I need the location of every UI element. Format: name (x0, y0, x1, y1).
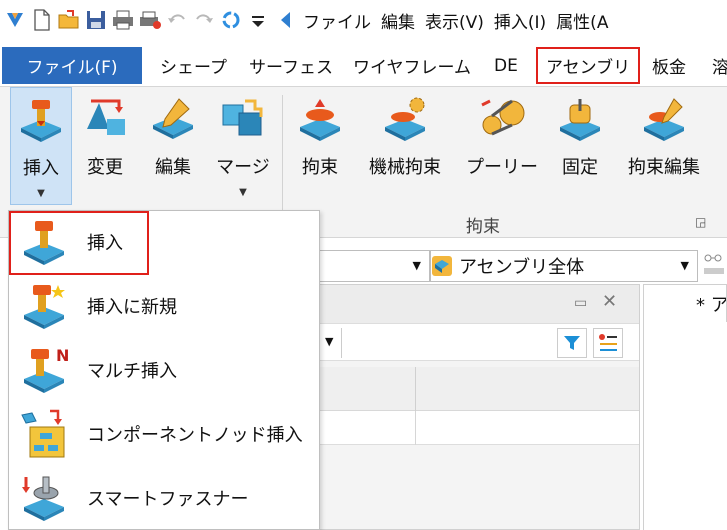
merge-button[interactable]: マージ ▼ (212, 87, 274, 207)
open-icon[interactable] (57, 8, 81, 32)
merge-label: マージ (216, 157, 270, 178)
table-row[interactable] (319, 411, 639, 445)
constraint-button[interactable]: 拘束 (290, 87, 350, 207)
close-icon[interactable]: ✕ (602, 291, 617, 312)
pulley-button[interactable]: プーリー (462, 87, 542, 207)
combo-arrow-icon: ▼ (680, 259, 689, 272)
replace-icon (79, 93, 131, 145)
ribbon-tabs: ファイル(F) シェープ サーフェス ワイヤフレーム DE アセンブリ 板金 溶 (0, 44, 727, 86)
insert-dropdown-menu: 挿入 挿入に新規 N マルチ挿入 コンポーネントノッド挿入 スマートファスナー (8, 210, 320, 530)
menu-view[interactable]: 表示(V) (425, 8, 484, 33)
tab-surface[interactable]: サーフェス (249, 47, 333, 84)
edit-constraint-label: 拘束編集 (628, 157, 700, 178)
options-list-icon[interactable] (593, 328, 623, 358)
tab-shape[interactable]: シェープ (160, 47, 227, 84)
assembly-scope-combo[interactable]: アセンブリ全体 ▼ (430, 250, 698, 282)
quick-access-toolbar: ファイル 編集 表示(V) 挿入(I) 属性(A (0, 0, 727, 40)
assembly-icon (432, 256, 452, 276)
tab-wireframe[interactable]: ワイヤフレーム (353, 47, 471, 84)
menu-insert[interactable]: 挿入(I) (494, 8, 546, 33)
menu-item-insert-new[interactable]: 挿入に新規 (9, 275, 319, 337)
fix-label: 固定 (562, 157, 598, 178)
tab-de[interactable]: DE (494, 47, 518, 84)
pin-icon[interactable]: ▭ (574, 295, 587, 311)
fix-button[interactable]: 固定 (552, 87, 608, 207)
column-divider (415, 411, 416, 445)
menu-item-label: 挿入に新規 (87, 297, 177, 318)
replace-label: 変更 (87, 157, 123, 178)
edit-constraint-icon (638, 93, 690, 145)
assembly-scope-value: アセンブリ全体 (459, 257, 585, 278)
chevron-down-icon: ▼ (37, 188, 45, 199)
refresh-icon[interactable] (219, 8, 243, 32)
tab-file[interactable]: ファイル(F) (2, 47, 142, 84)
edit-constraint-button[interactable]: 拘束編集 (616, 87, 712, 207)
insert-label: 挿入 (23, 158, 59, 179)
menu-file[interactable]: ファイル (303, 8, 371, 33)
assembly-manager-panel: ▭ ✕ ▼ (318, 284, 640, 530)
menu-item-insert[interactable]: 挿入 (9, 211, 319, 275)
menu-item-label: コンポーネントノッド挿入 (87, 425, 303, 446)
table-header (319, 367, 639, 411)
column-divider (415, 367, 416, 411)
undo-icon[interactable] (165, 8, 189, 32)
menu-bar: ファイル 編集 表示(V) 挿入(I) 属性(A (303, 8, 618, 33)
highlight-frame (9, 211, 149, 275)
constraint-group-label: 拘束 (466, 217, 500, 237)
document-tab[interactable]: * ア (643, 284, 727, 322)
constraint-label: 拘束 (302, 157, 338, 178)
replace-button[interactable]: 変更 (76, 87, 134, 207)
app-logo-icon[interactable] (3, 8, 27, 32)
new-icon[interactable] (30, 8, 54, 32)
multi-insert-icon: N (15, 342, 73, 398)
pulley-icon (476, 93, 528, 145)
print-setup-icon[interactable] (138, 8, 162, 32)
edit-label: 編集 (155, 157, 191, 178)
mechanical-constraint-button[interactable]: 機械拘束 (360, 87, 450, 207)
save-icon[interactable] (84, 8, 108, 32)
insert-new-icon (15, 278, 73, 334)
dialog-launcher-icon[interactable]: ◲ (695, 215, 706, 229)
svg-text:N: N (56, 346, 68, 365)
smart-fastener-icon (15, 470, 73, 526)
filter-field[interactable] (341, 328, 551, 358)
panel-filter-bar: ▼ (319, 323, 639, 361)
mechanical-constraint-icon (379, 93, 431, 145)
merge-dropdown-icon: ▼ (239, 187, 247, 198)
mechanical-constraint-label: 機械拘束 (369, 157, 441, 178)
menu-item-label: マルチ挿入 (87, 361, 177, 382)
print-icon[interactable] (111, 8, 135, 32)
insert-button[interactable]: 挿入 ▼ (10, 87, 72, 205)
collapse-arrow-icon[interactable] (273, 8, 297, 32)
pulley-label: プーリー (466, 157, 538, 178)
menu-item-component-node-insert[interactable]: コンポーネントノッド挿入 (9, 403, 319, 465)
menu-attribute[interactable]: 属性(A (556, 8, 608, 33)
menu-item-smart-fastener[interactable]: スマートファスナー (9, 467, 319, 529)
tab-sheetmetal[interactable]: 板金 (652, 47, 686, 84)
filter-icon[interactable] (557, 328, 587, 358)
edit-component-button[interactable]: 編集 (142, 87, 204, 207)
menu-item-multi-insert[interactable]: N マルチ挿入 (9, 339, 319, 401)
customize-icon[interactable] (246, 8, 270, 32)
fix-icon (554, 93, 606, 145)
panel-header: ▭ ✕ (319, 285, 639, 323)
tab-weld[interactable]: 溶 (712, 47, 727, 84)
edit-component-icon (147, 93, 199, 145)
chain-icon[interactable] (702, 252, 727, 280)
constraint-icon (294, 93, 346, 145)
menu-item-label: スマートファスナー (87, 489, 249, 510)
menu-edit[interactable]: 編集 (381, 8, 415, 33)
insert-component-icon (15, 94, 67, 146)
filter-combo[interactable]: ▼ (318, 250, 430, 282)
combo-arrow-icon: ▼ (412, 259, 421, 272)
chevron-down-icon[interactable]: ▼ (325, 335, 333, 348)
document-area (643, 322, 727, 530)
tab-assembly[interactable]: アセンブリ (536, 47, 641, 84)
component-node-insert-icon (15, 406, 73, 462)
merge-icon (217, 93, 269, 145)
redo-icon[interactable] (192, 8, 216, 32)
